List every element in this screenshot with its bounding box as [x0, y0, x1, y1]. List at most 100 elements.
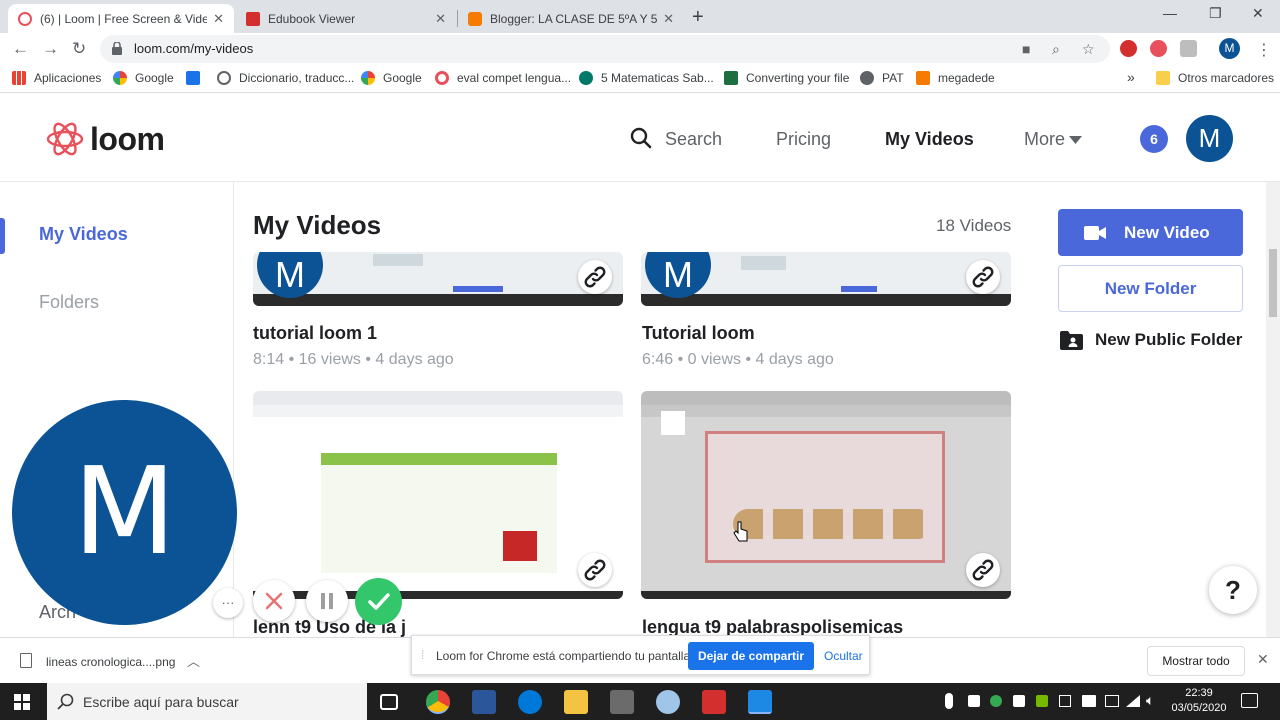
copy-link-button[interactable] [966, 260, 1000, 294]
acrobat-taskbar-icon[interactable] [702, 690, 726, 714]
extension-block-icon[interactable] [1120, 40, 1137, 57]
video-title[interactable]: tutorial loom 1 [253, 323, 377, 344]
copy-link-button[interactable] [966, 553, 1000, 587]
microphone-tray-icon[interactable] [945, 693, 953, 709]
pause-icon [321, 593, 333, 609]
tab-loom[interactable]: (6) | Loom | Free Screen & Video ✕ [8, 4, 234, 33]
tab-edubook[interactable]: Edubook Viewer ✕ [236, 4, 456, 33]
back-arrow-icon[interactable]: ← [12, 39, 29, 59]
page-scrollbar[interactable] [1266, 182, 1280, 637]
nav-pricing[interactable]: Pricing [776, 129, 831, 150]
security-tray-icon[interactable] [990, 695, 1002, 707]
recorder-pause-button[interactable] [306, 580, 348, 622]
word-taskbar-icon[interactable] [472, 690, 496, 714]
download-filename[interactable]: lineas cronologica....png [46, 655, 175, 669]
bookmark-eval-compet[interactable]: eval compet lengua... [435, 71, 571, 85]
display-tray-icon[interactable] [1105, 695, 1119, 707]
bookmark-megadede[interactable]: megadede [916, 71, 995, 85]
loom-logo[interactable]: loom [46, 120, 165, 158]
stop-sharing-button[interactable]: Dejar de compartir [688, 642, 814, 670]
thumbnail-dialog [741, 256, 786, 270]
battery-tray-icon[interactable] [1059, 695, 1071, 707]
recorder-more-options[interactable]: ··· [213, 588, 243, 618]
tab-blogger[interactable]: Blogger: LA CLASE DE 5ºA Y 5ºB ✕ [458, 4, 684, 33]
extension-shield-icon[interactable] [1180, 40, 1197, 57]
bookmark-download[interactable] [186, 71, 208, 85]
taskbar-clock[interactable]: 22:39 03/05/2020 [1170, 686, 1228, 716]
bookmark-converting[interactable]: Converting your file [724, 71, 849, 85]
camera-icon[interactable]: ■ [1022, 41, 1030, 57]
recorder-finish-button[interactable] [355, 578, 402, 625]
bookmark-diccionario[interactable]: Diccionario, traducc... [217, 71, 354, 85]
search-icon[interactable] [630, 127, 652, 149]
new-folder-button[interactable]: New Folder [1058, 265, 1243, 312]
wifi-tray-icon[interactable] [1126, 695, 1140, 707]
new-video-button[interactable]: New Video [1058, 209, 1243, 256]
sidebar-item-folders[interactable]: Folders [39, 292, 99, 313]
menu-kebab-icon[interactable]: ⋮ [1256, 40, 1272, 60]
bookmark-pat[interactable]: PAT [860, 71, 904, 85]
bookmark-google-2[interactable]: Google [361, 71, 422, 85]
close-tab-icon[interactable]: ✕ [435, 11, 446, 27]
task-view-icon[interactable] [380, 694, 398, 710]
restore-window-icon[interactable]: ❐ [1209, 5, 1222, 22]
video-title[interactable]: Tutorial loom [642, 323, 755, 344]
extension-loom-icon[interactable] [1150, 40, 1167, 57]
nvidia-tray-icon[interactable] [1036, 695, 1048, 707]
drag-handle-icon[interactable]: ⁞ [421, 648, 424, 662]
profile-avatar[interactable]: M [1219, 38, 1240, 59]
bookmark-google-1[interactable]: Google [113, 71, 174, 85]
video-thumbnail[interactable] [641, 391, 1011, 599]
bookmarks-overflow-chevron[interactable]: » [1127, 69, 1135, 85]
windows-start-icon[interactable] [14, 694, 30, 710]
nav-search[interactable]: Search [665, 129, 722, 150]
bookmark-label: Google [383, 71, 422, 85]
link-icon [972, 266, 994, 288]
copy-link-button[interactable] [578, 260, 612, 294]
volume-tray-icon[interactable]: 🔈︎ [1146, 692, 1154, 709]
nav-my-videos[interactable]: My Videos [885, 129, 974, 150]
bookmark-otros-marcadores[interactable]: Otros marcadores [1156, 71, 1274, 85]
notification-badge[interactable]: 6 [1140, 125, 1168, 153]
nav-more[interactable]: More [1024, 129, 1065, 150]
video-thumbnail[interactable]: M [253, 252, 623, 306]
video-camera-icon [1084, 225, 1106, 240]
close-window-icon[interactable]: ✕ [1252, 5, 1264, 22]
forward-arrow-icon[interactable]: → [42, 39, 59, 59]
taskbar-search-box[interactable]: Escribe aquí para buscar [47, 683, 367, 720]
close-tab-icon[interactable]: ✕ [213, 11, 224, 27]
sidebar-item-my-videos[interactable]: My Videos [39, 224, 128, 245]
bookmark-matematicas[interactable]: 5 Matematicas Sab... [579, 71, 714, 85]
user-avatar[interactable]: M [1186, 115, 1233, 162]
notifications-action-center-icon[interactable] [1241, 693, 1258, 708]
close-tab-icon[interactable]: ✕ [663, 11, 674, 27]
network-tray-icon[interactable] [1082, 695, 1096, 707]
paint-taskbar-icon[interactable] [656, 690, 680, 714]
help-button[interactable]: ? [1209, 566, 1257, 614]
reload-icon[interactable]: ↻ [72, 39, 86, 59]
camera-bubble[interactable]: M [12, 400, 237, 625]
shield-tray-icon[interactable] [1013, 695, 1025, 707]
minimize-icon[interactable]: — [1163, 5, 1177, 21]
copy-link-button[interactable] [578, 553, 612, 587]
video-thumbnail[interactable] [253, 391, 623, 599]
tray-icon[interactable] [968, 695, 980, 707]
download-chevron-up-icon[interactable]: ︿ [187, 651, 200, 670]
new-tab-plus-icon[interactable]: + [692, 6, 704, 29]
hide-sharing-bar-link[interactable]: Ocultar [824, 649, 863, 663]
close-downloads-icon[interactable]: ✕ [1257, 651, 1269, 668]
chrome-taskbar-icon[interactable] [426, 690, 450, 714]
calculator-taskbar-icon[interactable] [610, 690, 634, 714]
photos-taskbar-icon[interactable] [748, 690, 772, 714]
recorder-cancel-button[interactable] [253, 580, 295, 622]
scrollbar-thumb[interactable] [1269, 249, 1277, 317]
address-bar[interactable]: loom.com/my-videos ■ ⌕ ☆ [100, 35, 1110, 63]
bookmark-star-icon[interactable]: ☆ [1082, 41, 1095, 58]
edge-taskbar-icon[interactable] [518, 690, 542, 714]
file-explorer-taskbar-icon[interactable] [564, 690, 588, 714]
zoom-icon[interactable]: ⌕ [1052, 41, 1060, 58]
bookmark-aplicaciones[interactable]: Aplicaciones [12, 71, 101, 85]
new-public-folder-button[interactable]: New Public Folder [1060, 330, 1242, 350]
show-all-downloads-button[interactable]: Mostrar todo [1147, 646, 1245, 676]
video-thumbnail[interactable]: M [641, 252, 1011, 306]
